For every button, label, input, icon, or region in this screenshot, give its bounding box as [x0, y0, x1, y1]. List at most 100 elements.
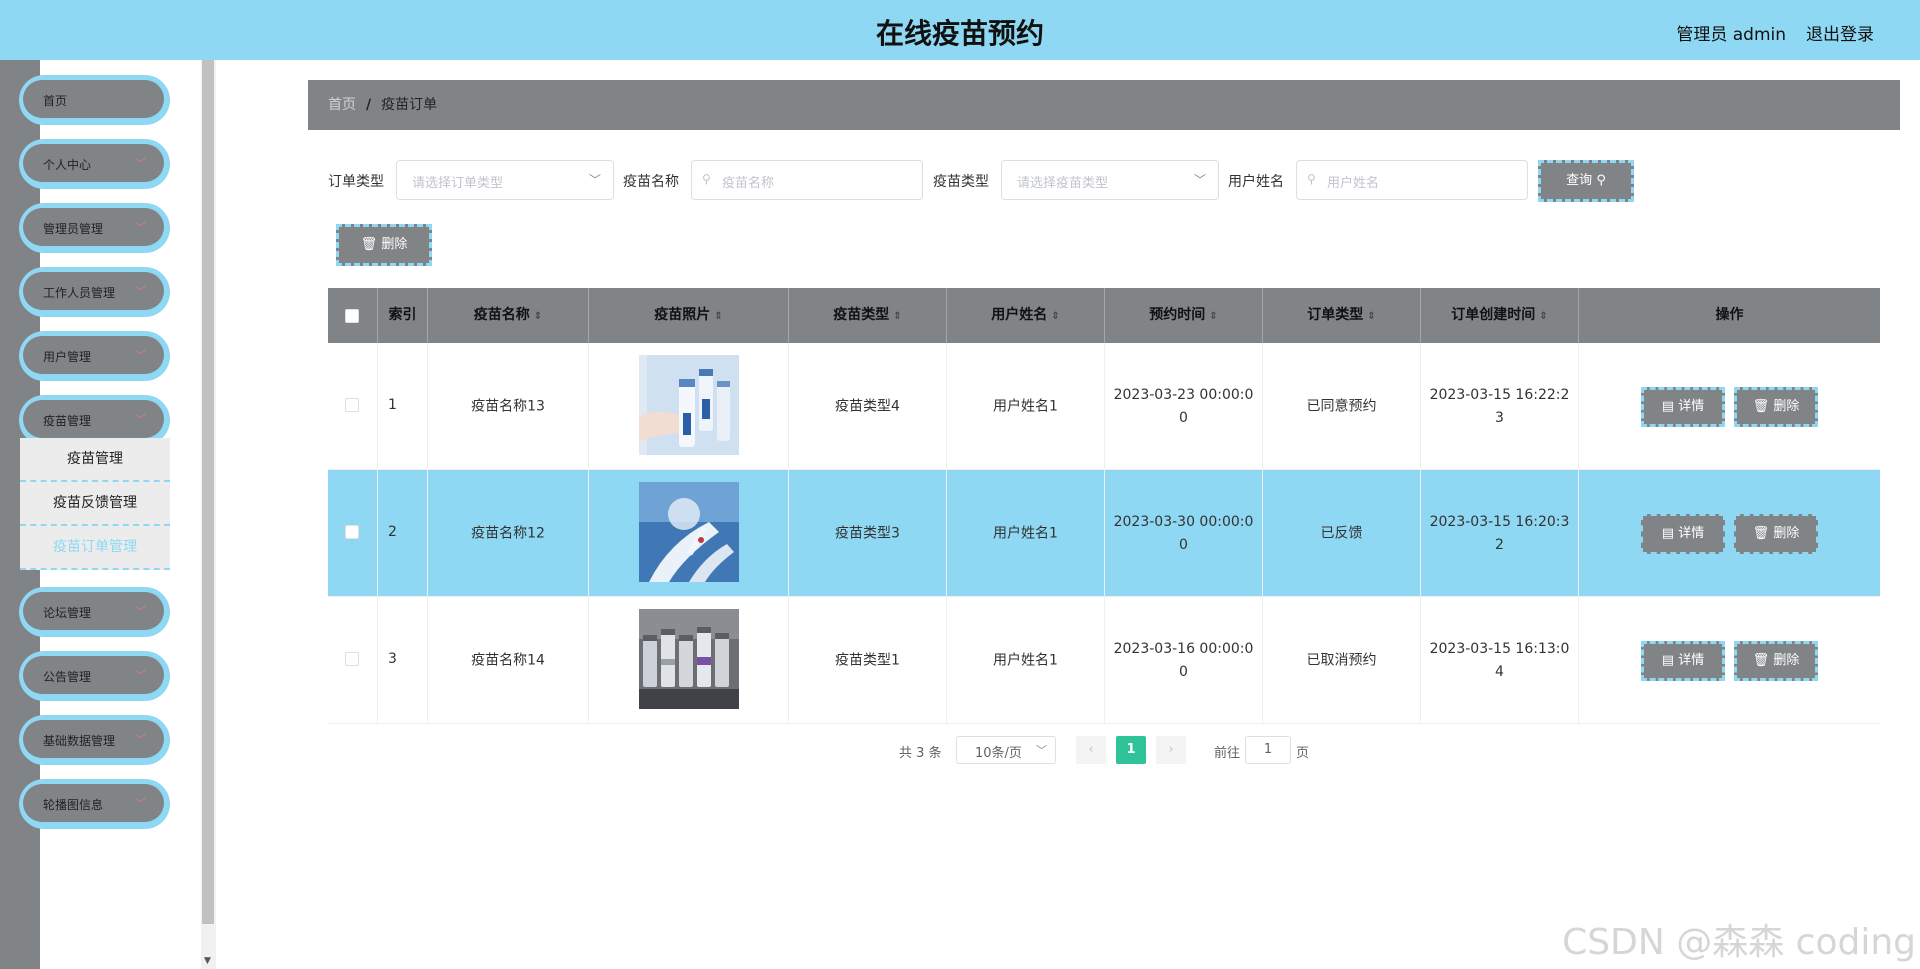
detail-button[interactable]: ▤ 详情 — [1641, 641, 1725, 681]
sidebar-item-personal-center[interactable]: 个人中心 ﹀ — [19, 139, 170, 189]
breadcrumb-home[interactable]: 首页 — [328, 97, 356, 113]
user-name-value: 用户姓名1 — [993, 525, 1058, 541]
sidebar-item-label: 疫苗管理 — [43, 414, 92, 428]
chevron-down-icon: ﹀ — [1036, 744, 1047, 757]
header-select-all-cell — [328, 288, 378, 343]
delete-button[interactable]: 🗑 删除 — [1734, 514, 1818, 554]
page-size-select[interactable]: 10条/页 ﹀ — [956, 736, 1056, 764]
table-row[interactable]: 3 疫苗名称14 疫苗类型1 用户姓名1 2023-03-16 00:00:00… — [328, 597, 1880, 724]
chevron-down-icon: ﹀ — [135, 669, 146, 682]
appointment-time-cell: 2023-03-16 00:00:00 — [1105, 597, 1263, 724]
query-button-label: 查询 — [1566, 173, 1593, 188]
select-all-checkbox[interactable] — [345, 309, 359, 323]
vaccine-photo[interactable] — [639, 609, 739, 709]
row-checkbox[interactable] — [345, 525, 359, 539]
delete-button-label: 删除 — [1773, 526, 1800, 541]
sidebar-item-carousel[interactable]: 轮播图信息 ﹀ — [19, 779, 170, 829]
scroll-down-icon[interactable]: ▼ — [204, 956, 211, 966]
chevron-down-icon: ﹀ — [135, 797, 146, 810]
submenu-item-vaccine-feedback[interactable]: 疫苗反馈管理 — [20, 482, 170, 526]
vaccine-photo[interactable] — [639, 482, 739, 582]
sort-icon[interactable]: ⇕ — [1209, 311, 1217, 322]
index-cell: 2 — [378, 470, 428, 597]
order-type-select[interactable]: 请选择订单类型 ﹀ — [396, 160, 614, 200]
index-value: 2 — [388, 524, 397, 540]
search-icon: ⚲ — [1307, 172, 1316, 186]
query-button[interactable]: 查询 ⚲ — [1538, 160, 1634, 202]
breadcrumb: 首页 / 疫苗订单 — [308, 80, 1900, 130]
submenu-item-vaccine[interactable]: 疫苗管理 — [20, 438, 170, 482]
row-checkbox[interactable] — [345, 398, 359, 412]
sort-icon[interactable]: ⇕ — [893, 311, 901, 322]
user-name-input[interactable]: ⚲ 用户姓名 — [1296, 160, 1528, 200]
sidebar-item-home[interactable]: 首页 — [19, 75, 170, 125]
top-header: 在线疫苗预约 管理员 admin 退出登录 — [0, 0, 1920, 60]
actions-cell: ▤ 详情 🗑 删除 — [1579, 343, 1880, 470]
page-number-current[interactable]: 1 — [1116, 736, 1146, 764]
column-header-label: 预约时间 — [1149, 307, 1206, 323]
detail-button[interactable]: ▤ 详情 — [1641, 387, 1725, 427]
sidebar-item-label: 论坛管理 — [43, 606, 92, 620]
column-header-label: 订单类型 — [1307, 307, 1364, 323]
sidebar-scrollbar[interactable]: ▼ — [201, 60, 216, 969]
sidebar-item-user-management[interactable]: 用户管理 ﹀ — [19, 331, 170, 381]
sidebar-item-forum-management[interactable]: 论坛管理 ﹀ — [19, 587, 170, 637]
scrollbar-thumb[interactable] — [202, 60, 214, 924]
chevron-down-icon: ﹀ — [1193, 173, 1206, 187]
column-header-order-type[interactable]: 订单类型 ⇕ — [1263, 288, 1421, 343]
detail-button-label: 详情 — [1678, 653, 1705, 668]
created-time-cell: 2023-03-15 16:20:32 — [1421, 470, 1579, 597]
chevron-down-icon: ﹀ — [135, 285, 146, 298]
column-header-appointment-time[interactable]: 预约时间 ⇕ — [1105, 288, 1263, 343]
user-name-placeholder: 用户姓名 — [1327, 176, 1380, 191]
column-header-vaccine-photo[interactable]: 疫苗照片 ⇕ — [589, 288, 789, 343]
sidebar-item-label: 工作人员管理 — [43, 286, 116, 300]
batch-delete-button[interactable]: 🗑 删除 — [336, 224, 432, 266]
submenu-item-vaccine-orders[interactable]: 疫苗订单管理 — [20, 526, 170, 570]
chevron-down-icon: ﹀ — [135, 349, 146, 362]
row-checkbox[interactable] — [345, 652, 359, 666]
sort-icon[interactable]: ⇕ — [714, 311, 722, 322]
search-icon: ⚲ — [702, 172, 711, 186]
column-header-vaccine-name[interactable]: 疫苗名称 ⇕ — [428, 288, 589, 343]
sort-icon[interactable]: ⇕ — [1051, 311, 1059, 322]
sort-icon[interactable]: ⇕ — [1367, 311, 1375, 322]
vaccine-photo[interactable] — [639, 355, 739, 455]
column-header-label: 疫苗类型 — [833, 307, 890, 323]
column-header-created-time[interactable]: 订单创建时间 ⇕ — [1421, 288, 1579, 343]
column-header-label: 疫苗照片 — [654, 307, 711, 323]
detail-button[interactable]: ▤ 详情 — [1641, 514, 1725, 554]
sidebar-item-notice-management[interactable]: 公告管理 ﹀ — [19, 651, 170, 701]
vaccine-type-label: 疫苗类型 — [933, 174, 989, 190]
vaccine-type-select[interactable]: 请选择疫苗类型 ﹀ — [1001, 160, 1219, 200]
vaccine-name-input[interactable]: ⚲ 疫苗名称 — [691, 160, 923, 200]
trash-icon: 🗑 — [360, 237, 378, 252]
goto-page-input[interactable]: 1 — [1245, 736, 1291, 764]
table-row[interactable]: 2 疫苗名称12 疫苗类型3 用户姓名1 2023-03-30 00:00:00… — [328, 470, 1880, 597]
column-header-label: 索引 — [388, 307, 417, 323]
sidebar-item-staff-management[interactable]: 工作人员管理 ﹀ — [19, 267, 170, 317]
table-row[interactable]: 1 疫苗名称13 疫苗类型4 用户姓名1 2023-03-23 00:00:00… — [328, 343, 1880, 470]
detail-button-label: 详情 — [1678, 526, 1705, 541]
chevron-left-icon: ‹ — [1088, 742, 1094, 757]
sidebar-item-basic-data[interactable]: 基础数据管理 ﹀ — [19, 715, 170, 765]
vaccine-name-cell: 疫苗名称13 — [428, 343, 589, 470]
next-page-button[interactable]: › — [1156, 736, 1186, 764]
column-header-vaccine-type[interactable]: 疫苗类型 ⇕ — [789, 288, 947, 343]
sort-icon[interactable]: ⇕ — [534, 311, 542, 322]
sidebar-item-label: 轮播图信息 — [43, 798, 104, 812]
user-name-cell: 用户姓名1 — [947, 470, 1105, 597]
goto-suffix: 页 — [1296, 746, 1310, 761]
prev-page-button[interactable]: ‹ — [1076, 736, 1106, 764]
document-icon: ▤ — [1661, 399, 1675, 414]
pagination-total: 共 3 条 — [899, 746, 942, 761]
delete-button[interactable]: 🗑 删除 — [1734, 641, 1818, 681]
sort-icon[interactable]: ⇕ — [1539, 311, 1547, 322]
created-time-value: 2023-03-15 16:13:04 — [1429, 640, 1570, 680]
column-header-user-name[interactable]: 用户姓名 ⇕ — [947, 288, 1105, 343]
delete-button[interactable]: 🗑 删除 — [1734, 387, 1818, 427]
sidebar-item-admin-management[interactable]: 管理员管理 ﹀ — [19, 203, 170, 253]
actions-cell: ▤ 详情 🗑 删除 — [1579, 470, 1880, 597]
logout-link[interactable]: 退出登录 — [1806, 20, 1874, 45]
index-cell: 1 — [378, 343, 428, 470]
